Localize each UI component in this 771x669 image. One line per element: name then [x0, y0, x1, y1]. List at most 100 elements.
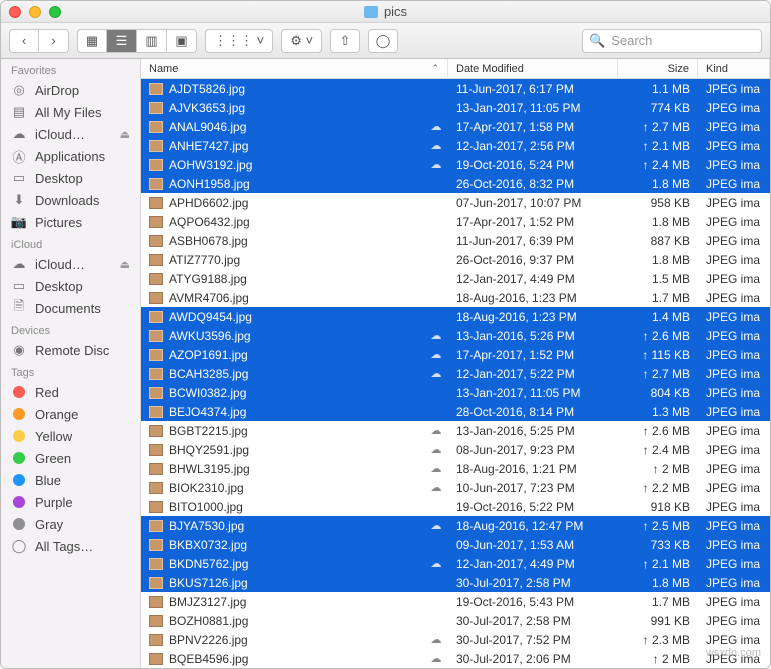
file-row[interactable]: AVMR4706.jpg18-Aug-2016, 1:23 PM1.7 MBJP…: [141, 288, 770, 307]
window-title: pics: [384, 4, 407, 19]
file-kind: JPEG ima: [698, 538, 770, 552]
file-row[interactable]: BQEB4596.jpg☁30-Jul-2017, 2:06 PM↑ 2 MBJ…: [141, 649, 770, 668]
file-row[interactable]: AWDQ9454.jpg18-Aug-2016, 1:23 PM1.4 MBJP…: [141, 307, 770, 326]
search-field[interactable]: 🔍 Search: [582, 29, 762, 53]
sidebar-item-label: All Tags…: [35, 539, 93, 554]
minimize-button[interactable]: [29, 6, 41, 18]
sidebar-item-applications[interactable]: ⒶApplications: [1, 145, 140, 167]
sidebar-item-tag-blue[interactable]: Blue: [1, 469, 140, 491]
sidebar-item-airdrop[interactable]: ◎AirDrop: [1, 79, 140, 101]
file-row[interactable]: BCWI0382.jpg13-Jan-2017, 11:05 PM804 KBJ…: [141, 383, 770, 402]
sidebar-item-desktop2[interactable]: ▭Desktop: [1, 275, 140, 297]
sidebar-item-icloud-drive[interactable]: ☁iCloud…⏏: [1, 123, 140, 145]
file-size: 887 KB: [618, 234, 698, 248]
col-name[interactable]: Name ⌃: [141, 59, 448, 78]
tag-dot-icon: [11, 384, 27, 400]
col-size[interactable]: Size: [618, 59, 698, 78]
arrange-button[interactable]: ⋮⋮⋮ ˅: [205, 29, 273, 53]
file-kind: JPEG ima: [698, 405, 770, 419]
file-row[interactable]: AZOP1691.jpg☁17-Apr-2017, 1:52 PM↑ 115 K…: [141, 345, 770, 364]
forward-button[interactable]: ›: [39, 29, 69, 53]
icon-view-button[interactable]: ▦: [77, 29, 107, 53]
file-kind: JPEG ima: [698, 291, 770, 305]
file-row[interactable]: BITO1000.jpg19-Oct-2016, 5:22 PM918 KBJP…: [141, 497, 770, 516]
close-button[interactable]: [9, 6, 21, 18]
file-row[interactable]: BHQY2591.jpg☁08-Jun-2017, 9:23 PM↑ 2.4 M…: [141, 440, 770, 459]
sidebar-item-remote-disc[interactable]: ◉Remote Disc: [1, 339, 140, 361]
pictures-icon: 📷: [11, 214, 27, 230]
file-size: 1.4 MB: [618, 310, 698, 324]
file-name: BPNV2226.jpg: [169, 633, 248, 647]
file-thumb-icon: [149, 634, 163, 646]
sidebar-item-icloud-drive2[interactable]: ☁iCloud…⏏: [1, 253, 140, 275]
eject-icon[interactable]: ⏏: [120, 258, 130, 271]
coverflow-view-button[interactable]: ▣: [167, 29, 197, 53]
sidebar-item-tag-green[interactable]: Green: [1, 447, 140, 469]
col-date[interactable]: Date Modified: [448, 59, 618, 78]
file-thumb-icon: [149, 159, 163, 171]
sidebar-item-tag-yellow[interactable]: Yellow: [1, 425, 140, 447]
file-row[interactable]: BOZH0881.jpg30-Jul-2017, 2:58 PM991 KBJP…: [141, 611, 770, 630]
sidebar-item-documents[interactable]: 🗎Documents: [1, 297, 140, 319]
file-row[interactable]: BPNV2226.jpg☁30-Jul-2017, 7:52 PM↑ 2.3 M…: [141, 630, 770, 649]
sidebar-item-tag-orange[interactable]: Orange: [1, 403, 140, 425]
cloud-icon: ☁: [429, 139, 443, 152]
file-name: ATIZ7770.jpg: [169, 253, 240, 267]
file-row[interactable]: AQPO6432.jpg17-Apr-2017, 1:52 PM1.8 MBJP…: [141, 212, 770, 231]
file-row[interactable]: BKDN5762.jpg☁12-Jan-2017, 4:49 PM↑ 2.1 M…: [141, 554, 770, 573]
file-row[interactable]: AJVK3653.jpg13-Jan-2017, 11:05 PM774 KBJ…: [141, 98, 770, 117]
col-kind[interactable]: Kind: [698, 59, 770, 78]
sidebar-item-allmyfiles[interactable]: ▤All My Files: [1, 101, 140, 123]
file-name: ANHE7427.jpg: [169, 139, 248, 153]
sidebar-item-pictures[interactable]: 📷Pictures: [1, 211, 140, 233]
cloud-status: ☁: [424, 633, 448, 646]
sidebar-item-downloads[interactable]: ⬇Downloads: [1, 189, 140, 211]
file-name: ANAL9046.jpg: [169, 120, 246, 134]
file-row[interactable]: ANAL9046.jpg☁17-Apr-2017, 1:58 PM↑ 2.7 M…: [141, 117, 770, 136]
file-row[interactable]: AOHW3192.jpg☁19-Oct-2016, 5:24 PM↑ 2.4 M…: [141, 155, 770, 174]
file-row[interactable]: ANHE7427.jpg☁12-Jan-2017, 2:56 PM↑ 2.1 M…: [141, 136, 770, 155]
airdrop-icon: ◎: [11, 82, 27, 98]
file-thumb-icon: [149, 558, 163, 570]
list-view-button[interactable]: ☰: [107, 29, 137, 53]
sidebar-item-label: Documents: [35, 301, 101, 316]
file-row[interactable]: AWKU3596.jpg☁13-Jan-2016, 5:26 PM↑ 2.6 M…: [141, 326, 770, 345]
file-row[interactable]: BJYA7530.jpg☁18-Aug-2016, 12:47 PM↑ 2.5 …: [141, 516, 770, 535]
file-row[interactable]: BKUS7126.jpg30-Jul-2017, 2:58 PM1.8 MBJP…: [141, 573, 770, 592]
file-thumb-icon: [149, 216, 163, 228]
file-row[interactable]: ATIZ7770.jpg26-Oct-2016, 9:37 PM1.8 MBJP…: [141, 250, 770, 269]
file-row[interactable]: BIOK2310.jpg☁10-Jun-2017, 7:23 PM↑ 2.2 M…: [141, 478, 770, 497]
file-row[interactable]: BMJZ3127.jpg19-Oct-2016, 5:43 PM1.7 MBJP…: [141, 592, 770, 611]
file-row[interactable]: ASBH0678.jpg11-Jun-2017, 6:39 PM887 KBJP…: [141, 231, 770, 250]
back-button[interactable]: ‹: [9, 29, 39, 53]
file-row[interactable]: ATYG9188.jpg12-Jan-2017, 4:49 PM1.5 MBJP…: [141, 269, 770, 288]
file-row[interactable]: AJDT5826.jpg11-Jun-2017, 6:17 PM1.1 MBJP…: [141, 79, 770, 98]
cloud-status: ☁: [424, 120, 448, 133]
file-thumb-icon: [149, 254, 163, 266]
tags-button[interactable]: ◯: [368, 29, 398, 53]
share-button[interactable]: ⇧: [330, 29, 360, 53]
file-row[interactable]: APHD6602.jpg07-Jun-2017, 10:07 PM958 KBJ…: [141, 193, 770, 212]
zoom-button[interactable]: [49, 6, 61, 18]
file-row[interactable]: BKBX0732.jpg09-Jun-2017, 1:53 AM733 KBJP…: [141, 535, 770, 554]
eject-icon[interactable]: ⏏: [120, 128, 130, 141]
file-row[interactable]: AONH1958.jpg26-Oct-2016, 8:32 PM1.8 MBJP…: [141, 174, 770, 193]
sidebar-item-tag-gray[interactable]: Gray: [1, 513, 140, 535]
file-size: ↑ 2.6 MB: [618, 424, 698, 438]
column-view-button[interactable]: ▥: [137, 29, 167, 53]
sidebar-item-tag-all[interactable]: ◯All Tags…: [1, 535, 140, 557]
sidebar-item-tag-purple[interactable]: Purple: [1, 491, 140, 513]
file-list[interactable]: AJDT5826.jpg11-Jun-2017, 6:17 PM1.1 MBJP…: [141, 79, 770, 668]
file-thumb-icon: [149, 197, 163, 209]
desktop2-icon: ▭: [11, 278, 27, 294]
sidebar-item-desktop[interactable]: ▭Desktop: [1, 167, 140, 189]
file-row[interactable]: BHWL3195.jpg☁18-Aug-2016, 1:21 PM↑ 2 MBJ…: [141, 459, 770, 478]
action-button[interactable]: ⚙ ˅: [281, 29, 322, 53]
file-name: AWDQ9454.jpg: [169, 310, 252, 324]
file-row[interactable]: BCAH3285.jpg☁12-Jan-2017, 5:22 PM↑ 2.7 M…: [141, 364, 770, 383]
sidebar-item-tag-red[interactable]: Red: [1, 381, 140, 403]
file-row[interactable]: BGBT2215.jpg☁13-Jan-2016, 5:25 PM↑ 2.6 M…: [141, 421, 770, 440]
file-row[interactable]: BEJO4374.jpg28-Oct-2016, 8:14 PM1.3 MBJP…: [141, 402, 770, 421]
file-size: 918 KB: [618, 500, 698, 514]
file-size: ↑ 2.1 MB: [618, 557, 698, 571]
